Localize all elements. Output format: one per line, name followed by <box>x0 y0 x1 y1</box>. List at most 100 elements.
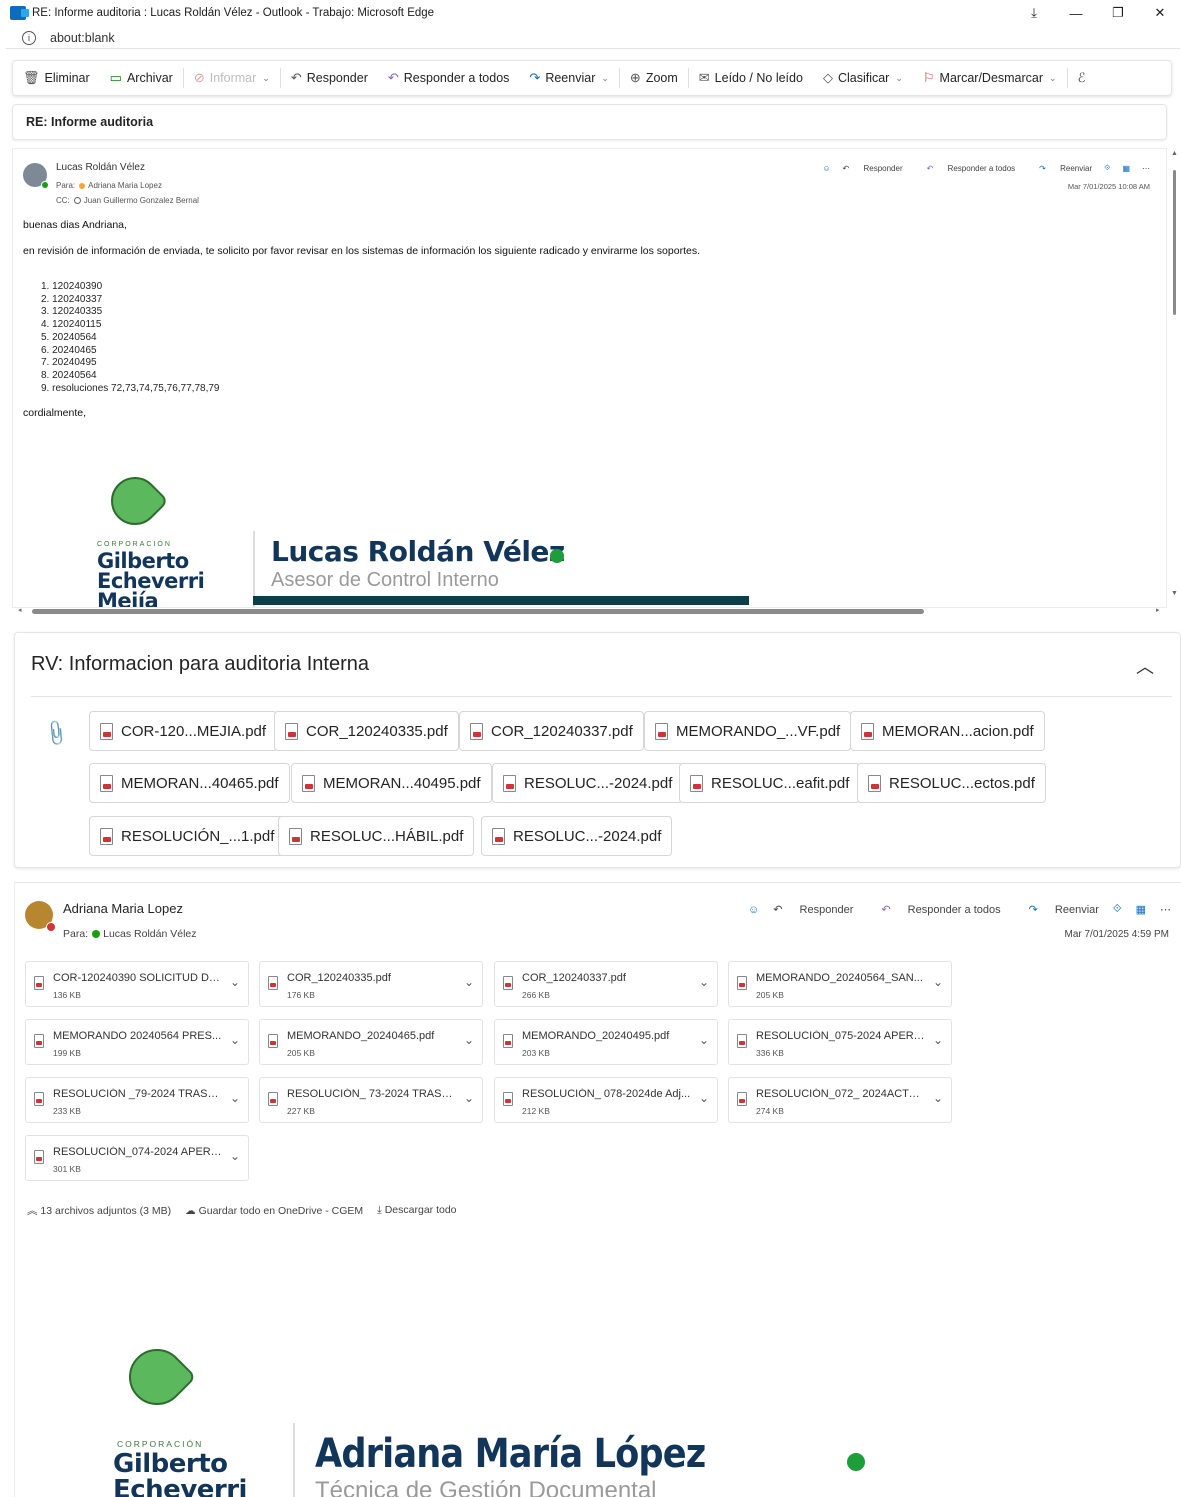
attachment-card[interactable]: MEMORANDO 20240564 PRES... 199 KB ⌄ <box>25 1019 249 1065</box>
more-options-icon[interactable]: ⋯ <box>1142 164 1150 173</box>
attachment-chip[interactable]: RESOLUC...HÁBIL.pdf <box>278 816 475 856</box>
chevron-up-icon[interactable]: ︿ <box>1136 653 1154 679</box>
sender-name[interactable]: Adriana Maria Lopez <box>63 901 183 916</box>
chevron-down-icon[interactable]: ⌄ <box>230 1033 240 1047</box>
chevron-down-icon[interactable]: ⌄ <box>230 1149 240 1163</box>
recipient-name[interactable]: Adriana Maria Lopez <box>88 181 162 190</box>
reply-all-button[interactable]: ↶ Responder a todos <box>915 164 1016 173</box>
chevron-down-icon[interactable]: ⌄ <box>464 1091 474 1105</box>
attachment-chip[interactable]: RESOLUC...-2024.pdf <box>481 816 673 856</box>
attachment-size: 205 KB <box>287 1048 315 1058</box>
collapse-attachments-button[interactable]: ︽ 13 archivos adjuntos (3 MB) <box>27 1203 171 1218</box>
report-button[interactable]: ⊘ Informar ⌄ <box>184 61 280 95</box>
loop-icon[interactable]: ⟐ <box>1113 903 1122 916</box>
flag-button[interactable]: ⚐ Marcar/Desmarcar ⌄ <box>913 61 1067 95</box>
attachment-chip[interactable]: COR_120240335.pdf <box>274 711 459 751</box>
forward-button[interactable]: ↷ Reenviar <box>1027 164 1092 173</box>
sender-name[interactable]: Lucas Roldán Vélez <box>56 162 145 173</box>
info-icon[interactable]: i <box>22 30 36 45</box>
attachment-chip[interactable]: RESOLUC...-2024.pdf <box>492 763 684 803</box>
attachment-chip[interactable]: MEMORAN...40465.pdf <box>89 763 290 803</box>
attachment-card[interactable]: RESOLUCIÓN_ 73-2024 TRASLA... 227 KB ⌄ <box>259 1077 483 1123</box>
emoji-icon[interactable]: ☺ <box>822 164 830 173</box>
reply-button[interactable]: ↶ Responder <box>281 61 378 95</box>
attachment-card[interactable]: MEMORANDO_20240564_SAN... 205 KB ⌄ <box>728 961 952 1007</box>
scroll-left-icon[interactable]: ◂ <box>18 606 22 614</box>
recipient-name[interactable]: Lucas Roldán Vélez <box>103 928 196 940</box>
forward-button[interactable]: ↷ Reenviar <box>1015 903 1099 916</box>
forward-button[interactable]: ↷ Reenviar ⌄ <box>519 61 618 95</box>
chevron-down-icon[interactable]: ⌄ <box>601 73 609 84</box>
scrollbar-thumb[interactable] <box>32 609 924 614</box>
archive-button[interactable]: ▭ Archivar <box>100 61 183 95</box>
minimize-button[interactable]: — <box>1055 0 1097 26</box>
emoji-icon[interactable]: ☺ <box>748 904 759 916</box>
reply-all-button[interactable]: ↶ Responder a todos <box>867 903 1000 916</box>
attachment-card[interactable]: COR-120240390 SOLICITUD DE... 136 KB ⌄ <box>25 961 249 1007</box>
loop-icon[interactable]: ⟐ <box>1104 163 1110 173</box>
scroll-up-icon[interactable]: ▲ <box>1171 150 1178 157</box>
collapsed-message-forward[interactable]: RV: Informacion para auditoria Interna ︿… <box>14 632 1181 868</box>
pdf-icon <box>100 827 113 845</box>
attachment-chip[interactable]: RESOLUCIÓN_...1.pdf <box>89 816 286 856</box>
message-actions: ☺ ↶ Responder ↶ Responder a todos ↷ Reen… <box>810 163 1150 173</box>
chevron-down-icon[interactable]: ⌄ <box>464 975 474 989</box>
horizontal-scrollbar[interactable]: ◂ ▸ <box>14 606 1164 618</box>
attachment-card[interactable]: RESOLUCIÓN _79-2024 TRASLA... 233 KB ⌄ <box>25 1077 249 1123</box>
chevron-down-icon[interactable]: ⌄ <box>699 1091 709 1105</box>
grid-icon[interactable]: ▦ <box>1136 903 1146 916</box>
reply-button[interactable]: ↶ Responder <box>843 164 903 173</box>
categorize-button[interactable]: ◇ Clasificar ⌄ <box>813 61 913 95</box>
close-button[interactable]: ✕ <box>1139 0 1181 26</box>
chevron-down-icon[interactable]: ⌄ <box>933 1091 943 1105</box>
attachment-chip[interactable]: MEMORAN...acion.pdf <box>850 711 1045 751</box>
attachment-card[interactable]: COR_120240335.pdf 176 KB ⌄ <box>259 961 483 1007</box>
pdf-icon <box>289 827 302 845</box>
attachment-chip[interactable]: MEMORANDO_...VF.pdf <box>644 711 852 751</box>
attachment-card[interactable]: COR_120240337.pdf 266 KB ⌄ <box>494 961 718 1007</box>
chevron-down-icon: ⌄ <box>262 72 270 83</box>
scrollbar-thumb[interactable] <box>1173 170 1176 315</box>
attachment-size: 336 KB <box>756 1048 784 1058</box>
cc-line: CC: Juan Guillermo Gonzalez Bernal <box>56 196 199 205</box>
cc-recipient-name[interactable]: Juan Guillermo Gonzalez Bernal <box>84 196 199 205</box>
attachment-card[interactable]: MEMORANDO_20240495.pdf 203 KB ⌄ <box>494 1019 718 1065</box>
scroll-down-icon[interactable]: ▼ <box>1171 590 1178 597</box>
download-all-button[interactable]: ⤓ Descargar todo <box>377 1204 456 1217</box>
avatar[interactable] <box>23 163 49 189</box>
attachment-card[interactable]: RESOLUCIÓN_074-2024 APERT... 301 KB ⌄ <box>25 1135 249 1181</box>
read-unread-label: Leído / No leído <box>714 71 803 85</box>
vertical-scrollbar[interactable]: ▲ ▼ <box>1169 150 1179 600</box>
chevron-down-icon[interactable]: ⌄ <box>933 1033 943 1047</box>
attachment-card[interactable]: RESOLUCIÓN_075-2024 APERT... 336 KB ⌄ <box>728 1019 952 1065</box>
attachment-chip[interactable]: RESOLUC...eafit.pdf <box>679 763 861 803</box>
chevron-down-icon[interactable]: ⌄ <box>464 1033 474 1047</box>
attachment-chip[interactable]: RESOLUC...ectos.pdf <box>857 763 1046 803</box>
chevron-down-icon[interactable]: ⌄ <box>230 1091 240 1105</box>
scroll-right-icon[interactable]: ▸ <box>1156 606 1160 614</box>
read-unread-button[interactable]: ✉ Leído / No leído <box>689 61 813 95</box>
reply-all-button[interactable]: ↶ Responder a todos <box>378 61 520 95</box>
attachment-chip[interactable]: COR-120...MEJIA.pdf <box>89 711 278 751</box>
attachment-chip[interactable]: COR_120240337.pdf <box>459 711 644 751</box>
address-url[interactable]: about:blank <box>50 31 115 45</box>
chevron-down-icon[interactable]: ⌄ <box>230 975 240 989</box>
delete-button[interactable]: 🗑 Eliminar <box>13 61 100 95</box>
chevron-down-icon[interactable]: ⌄ <box>699 1033 709 1047</box>
more-toolbar-icon[interactable]: ℰ <box>1068 61 1101 95</box>
attachment-card[interactable]: RESOLUCIÓN_072_ 2024ACTO ... 274 KB ⌄ <box>728 1077 952 1123</box>
attachment-chip[interactable]: MEMORAN...40495.pdf <box>291 763 492 803</box>
avatar[interactable] <box>25 901 56 932</box>
attachment-card[interactable]: MEMORANDO_20240465.pdf 205 KB ⌄ <box>259 1019 483 1065</box>
attachment-card[interactable]: RESOLUCIÓN_ 078-2024de Adj... 212 KB ⌄ <box>494 1077 718 1123</box>
restore-button[interactable]: ❐ <box>1097 0 1139 26</box>
download-icon[interactable]: ⤓ <box>1013 0 1055 26</box>
chevron-down-icon[interactable]: ⌄ <box>933 975 943 989</box>
chevron-down-icon[interactable]: ⌄ <box>699 975 709 989</box>
grid-icon[interactable]: ▦ <box>1122 164 1130 173</box>
more-options-icon[interactable]: ⋯ <box>1160 903 1171 916</box>
zoom-button[interactable]: ⊕ Zoom <box>620 61 688 95</box>
save-to-onedrive-button[interactable]: ☁ Guardar todo en OneDrive - CGEM <box>185 1205 363 1217</box>
pdf-icon <box>503 1034 513 1048</box>
reply-button[interactable]: ↶ Responder <box>773 903 853 916</box>
